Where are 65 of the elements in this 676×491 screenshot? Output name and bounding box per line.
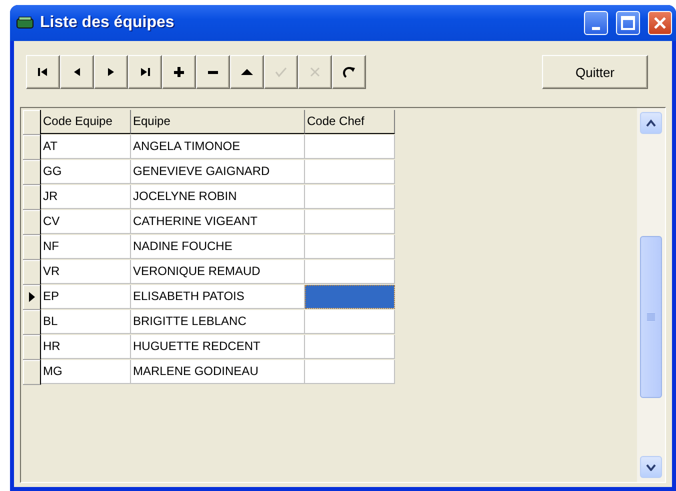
chevron-down-icon bbox=[646, 463, 656, 471]
table-cell: NADINE FOUCHE bbox=[131, 235, 305, 259]
table-cell: ELISABETH PATOIS bbox=[131, 285, 305, 309]
table-cell: HR bbox=[41, 335, 131, 359]
close-icon bbox=[653, 16, 667, 30]
table-cell: GENEVIEVE GAIGNARD bbox=[131, 160, 305, 184]
toolbar-button[interactable] bbox=[332, 55, 366, 89]
window-title: Liste des équipes bbox=[40, 14, 176, 32]
maximize-icon bbox=[621, 16, 635, 30]
corner-cell bbox=[23, 110, 41, 135]
row-indicator[interactable] bbox=[23, 160, 41, 185]
current-row-icon bbox=[28, 292, 34, 302]
maximize-button[interactable] bbox=[616, 11, 640, 35]
table-cell: CV bbox=[41, 210, 131, 234]
row-indicator[interactable] bbox=[23, 185, 41, 210]
table-cell: BRIGITTE LEBLANC bbox=[131, 310, 305, 334]
table-cell: AT bbox=[41, 135, 131, 159]
row-indicator[interactable] bbox=[23, 260, 41, 285]
toolbar-button[interactable] bbox=[128, 55, 162, 89]
table-cell: JR bbox=[41, 185, 131, 209]
refresh-icon bbox=[342, 65, 356, 79]
toolbar-button[interactable] bbox=[60, 55, 94, 89]
table-cell: ANGELA TIMONOE bbox=[131, 135, 305, 159]
vertical-scrollbar[interactable] bbox=[637, 108, 665, 482]
row-indicator[interactable] bbox=[23, 335, 41, 360]
row-indicator[interactable] bbox=[23, 135, 41, 160]
check-icon bbox=[274, 65, 288, 79]
row-indicator[interactable] bbox=[23, 235, 41, 260]
row-indicator[interactable] bbox=[23, 310, 41, 335]
table-cell: VERONIQUE REMAUD bbox=[131, 260, 305, 284]
table-cell: GG bbox=[41, 160, 131, 184]
table-cell: MARLENE GODINEAU bbox=[131, 360, 305, 384]
close-button[interactable] bbox=[648, 11, 672, 35]
minimize-icon bbox=[592, 26, 600, 30]
scroll-up-button[interactable] bbox=[640, 112, 662, 134]
quit-button[interactable]: Quitter bbox=[542, 55, 648, 89]
toolbar-button[interactable] bbox=[94, 55, 128, 89]
toolbar-button[interactable] bbox=[196, 55, 230, 89]
grip-icon bbox=[647, 313, 655, 321]
last-record-icon bbox=[138, 65, 152, 79]
table-cell: NF bbox=[41, 235, 131, 259]
first-record-icon bbox=[36, 65, 50, 79]
toolbar-button[interactable] bbox=[26, 55, 60, 89]
scroll-thumb[interactable] bbox=[640, 236, 662, 398]
column-header[interactable]: Code Chef bbox=[305, 110, 395, 134]
column-header[interactable]: Code Equipe bbox=[41, 110, 131, 134]
row-indicator[interactable] bbox=[23, 210, 41, 235]
chevron-up-icon bbox=[646, 119, 656, 127]
toolbar-button[interactable] bbox=[162, 55, 196, 89]
table-cell: CATHERINE VIGEANT bbox=[131, 210, 305, 234]
table-cell: JOCELYNE ROBIN bbox=[131, 185, 305, 209]
toolbar-button[interactable] bbox=[230, 55, 264, 89]
row-indicator[interactable] bbox=[23, 360, 41, 385]
plus-icon bbox=[172, 65, 186, 79]
table-cell: HUGUETTE REDCENT bbox=[131, 335, 305, 359]
table-icon bbox=[16, 16, 34, 30]
table-cell: VR bbox=[41, 260, 131, 284]
cross-icon bbox=[308, 65, 322, 79]
row-indicator[interactable] bbox=[23, 285, 41, 310]
table-cell: EP bbox=[41, 285, 131, 309]
column-header[interactable]: Equipe bbox=[131, 110, 305, 134]
table-cell: BL bbox=[41, 310, 131, 334]
scroll-down-button[interactable] bbox=[640, 456, 662, 478]
minimize-button[interactable] bbox=[584, 11, 608, 35]
table-cell: MG bbox=[41, 360, 131, 384]
